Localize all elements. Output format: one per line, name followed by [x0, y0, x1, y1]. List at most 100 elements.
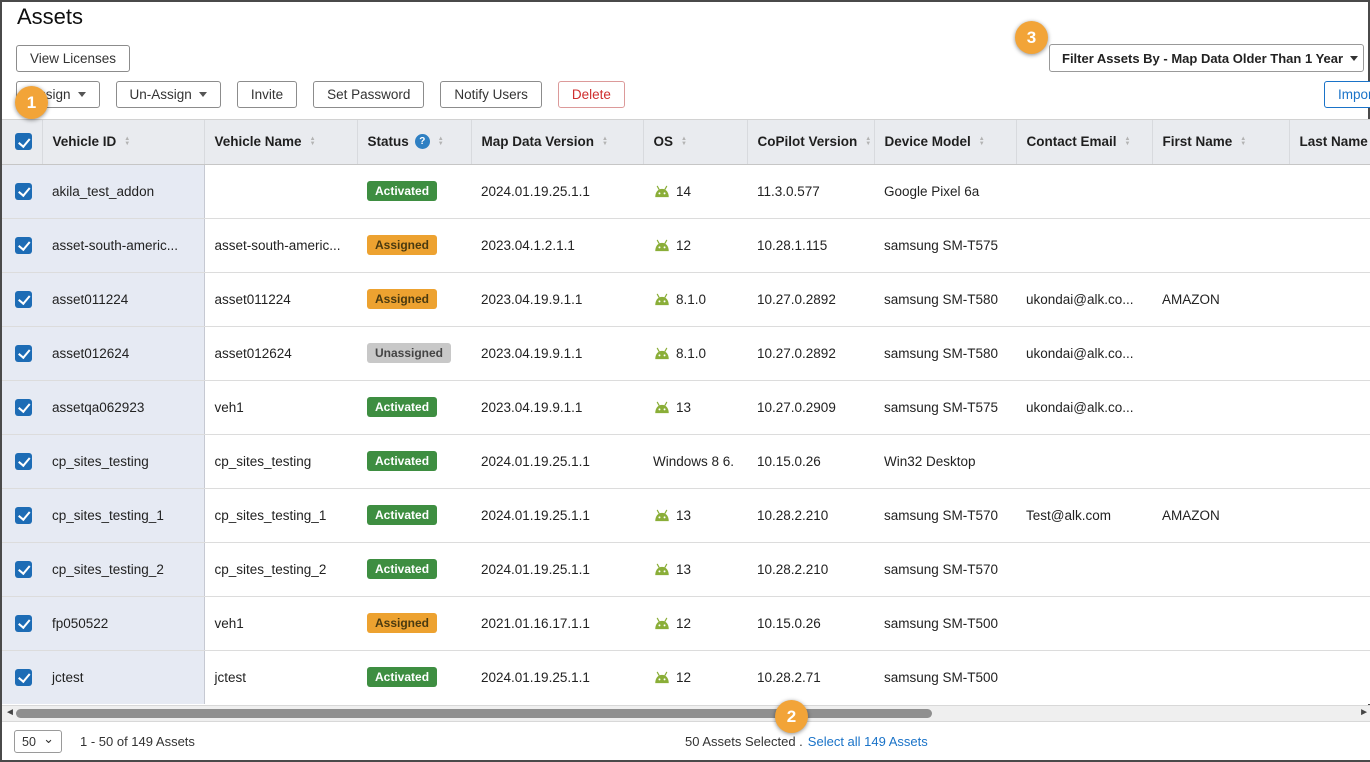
unassign-button[interactable]: Un-Assign: [116, 81, 221, 108]
vehicle-name-cell: cp_sites_testing: [204, 434, 357, 488]
table-row: cp_sites_testingcp_sites_testingActivate…: [2, 434, 1370, 488]
android-icon: [653, 401, 671, 414]
os-cell: 13: [643, 542, 747, 596]
toolbar: Assign Un-Assign Invite Set Password Not…: [16, 81, 625, 108]
row-checkbox[interactable]: [15, 561, 32, 578]
view-licenses-button[interactable]: View Licenses: [16, 45, 130, 72]
map-data-version-cell: 2024.01.19.25.1.1: [471, 650, 643, 704]
os-version-text: 13: [676, 508, 691, 523]
column-header-vehicle_id[interactable]: Vehicle ID: [42, 120, 204, 164]
row-checkbox[interactable]: [15, 507, 32, 524]
select-all-header-cell: [2, 120, 42, 164]
column-label: OS: [654, 134, 674, 149]
table-header-row: Vehicle IDVehicle NameStatus?Map Data Ve…: [2, 120, 1370, 164]
os-cell: 14: [643, 164, 747, 218]
status-cell: Activated: [357, 488, 471, 542]
column-header-contact_email[interactable]: Contact Email: [1016, 120, 1152, 164]
column-label: Device Model: [885, 134, 971, 149]
column-label: Status: [368, 134, 409, 149]
import-button[interactable]: Import: [1324, 81, 1370, 108]
os-cell: 12: [643, 218, 747, 272]
vehicle-name-cell: veh1: [204, 596, 357, 650]
column-header-first_name[interactable]: First Name: [1152, 120, 1289, 164]
select-all-checkbox[interactable]: [15, 133, 32, 150]
table-row: akila_test_addonActivated2024.01.19.25.1…: [2, 164, 1370, 218]
delete-button[interactable]: Delete: [558, 81, 625, 108]
android-icon: [653, 563, 671, 576]
copilot-version-cell: 10.28.2.210: [747, 488, 874, 542]
contact-email-cell: [1016, 596, 1152, 650]
page-size-value: 50: [22, 735, 36, 749]
map-data-version-cell: 2023.04.19.9.1.1: [471, 272, 643, 326]
row-checkbox[interactable]: [15, 291, 32, 308]
page-size-select[interactable]: 50 ⌄: [14, 730, 62, 753]
column-label: Vehicle ID: [53, 134, 117, 149]
column-header-vehicle_name[interactable]: Vehicle Name: [204, 120, 357, 164]
sort-icon: [1240, 137, 1246, 147]
row-checkbox[interactable]: [15, 183, 32, 200]
copilot-version-cell: 11.3.0.577: [747, 164, 874, 218]
column-header-copilot_version[interactable]: CoPilot Version: [747, 120, 874, 164]
row-checkbox[interactable]: [15, 669, 32, 686]
row-checkbox[interactable]: [15, 237, 32, 254]
vehicle-name-cell: cp_sites_testing_1: [204, 488, 357, 542]
vehicle-name-cell: asset011224: [204, 272, 357, 326]
os-version-text: 13: [676, 562, 691, 577]
invite-button[interactable]: Invite: [237, 81, 297, 108]
row-checkbox[interactable]: [15, 453, 32, 470]
device-model-cell: samsung SM-T575: [874, 218, 1016, 272]
notify-users-button[interactable]: Notify Users: [440, 81, 542, 108]
os-cell: 12: [643, 650, 747, 704]
set-password-button[interactable]: Set Password: [313, 81, 424, 108]
column-header-device_model[interactable]: Device Model: [874, 120, 1016, 164]
vehicle-name-cell: asset-south-americ...: [204, 218, 357, 272]
table-row: jctestjctestActivated2024.01.19.25.1.112…: [2, 650, 1370, 704]
device-model-cell: samsung SM-T500: [874, 596, 1016, 650]
vehicle-id-cell: cp_sites_testing_1: [42, 488, 204, 542]
android-icon: [653, 671, 671, 684]
annotation-badge-3: 3: [1015, 21, 1048, 54]
status-badge: Activated: [367, 559, 437, 579]
column-label: CoPilot Version: [758, 134, 858, 149]
scroll-right-icon[interactable]: ►: [1359, 707, 1369, 718]
row-checkbox[interactable]: [15, 615, 32, 632]
column-header-map_data_version[interactable]: Map Data Version: [471, 120, 643, 164]
device-model-cell: Google Pixel 6a: [874, 164, 1016, 218]
status-badge: Assigned: [367, 613, 437, 633]
column-header-status[interactable]: Status?: [357, 120, 471, 164]
column-header-os[interactable]: OS: [643, 120, 747, 164]
column-label: Vehicle Name: [215, 134, 302, 149]
status-cell: Assigned: [357, 218, 471, 272]
android-icon: [653, 617, 671, 630]
row-checkbox[interactable]: [15, 399, 32, 416]
device-model-cell: samsung SM-T580: [874, 272, 1016, 326]
vehicle-name-cell: jctest: [204, 650, 357, 704]
selected-count-text: 50 Assets Selected .: [685, 734, 803, 749]
os-version-text: Windows 8 6.: [653, 454, 734, 469]
os-version-text: 12: [676, 670, 691, 685]
os-version-text: 12: [676, 238, 691, 253]
assets-table: Vehicle IDVehicle NameStatus?Map Data Ve…: [2, 119, 1370, 704]
status-cell: Unassigned: [357, 326, 471, 380]
select-all-link[interactable]: Select all 149 Assets: [808, 734, 928, 749]
table-row: asset011224asset011224Assigned2023.04.19…: [2, 272, 1370, 326]
annotation-badge-2: 2: [775, 700, 808, 733]
status-cell: Assigned: [357, 596, 471, 650]
first-name-cell: [1152, 542, 1289, 596]
table-row: assetqa062923veh1Activated2023.04.19.9.1…: [2, 380, 1370, 434]
last-name-cell: [1289, 272, 1370, 326]
os-cell: 8.1.0: [643, 272, 747, 326]
column-header-last_name[interactable]: Last Name: [1289, 120, 1370, 164]
os-version-text: 12: [676, 616, 691, 631]
row-checkbox[interactable]: [15, 345, 32, 362]
device-model-cell: samsung SM-T570: [874, 542, 1016, 596]
status-cell: Activated: [357, 650, 471, 704]
status-help-icon[interactable]: ?: [415, 134, 430, 149]
assets-table-grid: Vehicle IDVehicle NameStatus?Map Data Ve…: [2, 120, 1370, 704]
filter-assets-dropdown[interactable]: Filter Assets By - Map Data Older Than 1…: [1049, 44, 1364, 72]
android-icon: [653, 185, 671, 198]
scroll-left-icon[interactable]: ◄: [5, 707, 15, 718]
contact-email-cell: [1016, 164, 1152, 218]
status-badge: Activated: [367, 667, 437, 687]
horizontal-scrollbar[interactable]: ◄ ►: [2, 705, 1370, 722]
